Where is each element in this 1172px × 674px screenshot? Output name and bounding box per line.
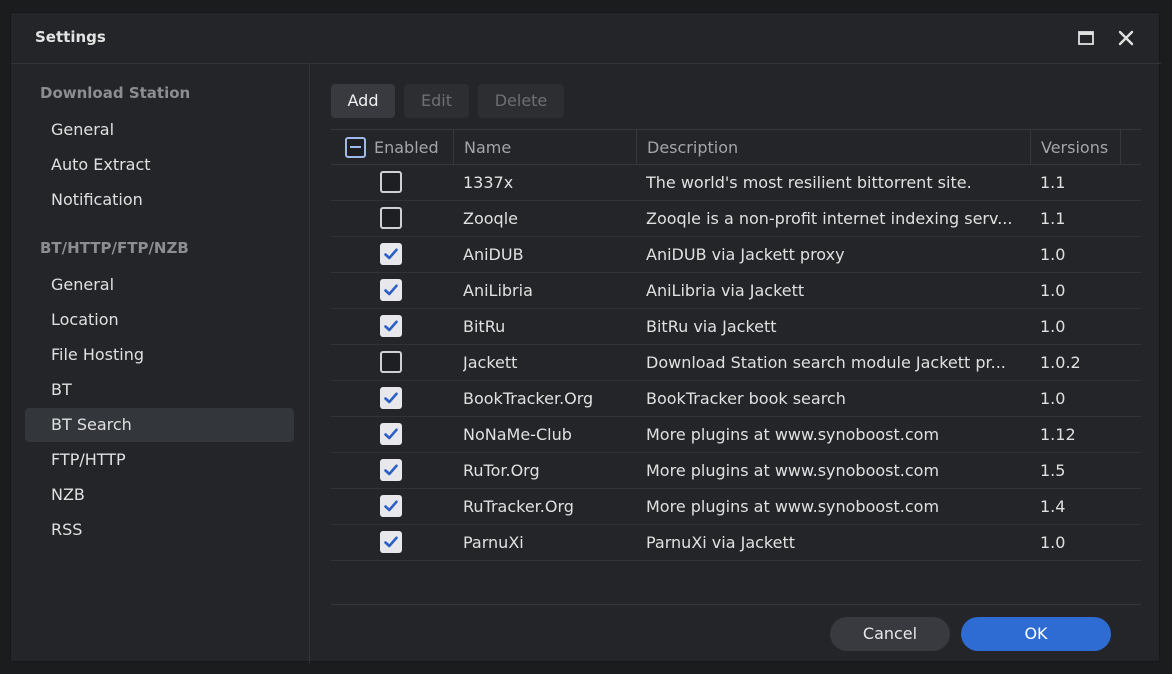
module-name: BookTracker.Org: [463, 389, 594, 408]
module-description: More plugins at www.synoboost.com: [646, 497, 940, 516]
sidebar-item-ftp-http[interactable]: FTP/HTTP: [25, 443, 294, 477]
module-description: The world's most resilient bittorrent si…: [646, 173, 972, 192]
module-version: 1.1: [1040, 209, 1066, 228]
maximize-icon[interactable]: [1075, 27, 1097, 49]
search-modules-table: Enabled Name Description Versions 1337x T…: [331, 129, 1141, 561]
dialog-title: Settings: [35, 28, 106, 46]
section-title-download-station: Download Station: [40, 84, 191, 102]
column-header-name[interactable]: Name: [453, 130, 636, 165]
module-description: Download Station search module Jackett p…: [646, 353, 1006, 372]
sidebar-item-auto-extract[interactable]: Auto Extract: [25, 148, 294, 182]
sidebar-item-bt[interactable]: BT: [25, 373, 294, 407]
module-description: AniLibria via Jackett: [646, 281, 805, 300]
enabled-checkbox[interactable]: [380, 531, 402, 553]
enabled-checkbox[interactable]: [380, 243, 402, 265]
table-row[interactable]: AniLibria AniLibria via Jackett 1.0: [331, 273, 1141, 309]
column-header-description[interactable]: Description: [636, 130, 1030, 165]
enabled-checkbox[interactable]: [380, 459, 402, 481]
module-description: More plugins at www.synoboost.com: [646, 425, 940, 444]
module-description: BitRu via Jackett: [646, 317, 777, 336]
table-row[interactable]: RuTracker.Org More plugins at www.synoboo…: [331, 489, 1141, 525]
sidebar-item-bt-search[interactable]: BT Search: [25, 408, 294, 442]
module-name: BitRu: [463, 317, 506, 336]
checkmark-icon: [384, 464, 398, 476]
sidebar-item-rss[interactable]: RSS: [25, 513, 294, 547]
footer-divider: [331, 604, 1141, 605]
settings-dialog: Settings Download Station General Auto E…: [10, 12, 1161, 663]
module-name: AniLibria: [463, 281, 533, 300]
module-name: ParnuXi: [463, 533, 524, 552]
table-row[interactable]: RuTor.Org More plugins at www.synoboost.c…: [331, 453, 1141, 489]
module-description: BookTracker book search: [646, 389, 846, 408]
add-button[interactable]: Add: [331, 84, 395, 118]
module-name: AniDUB: [463, 245, 524, 264]
module-version: 1.0: [1040, 281, 1066, 300]
module-description: More plugins at www.synoboost.com: [646, 461, 940, 480]
delete-button[interactable]: Delete: [478, 84, 564, 118]
module-version: 1.4: [1040, 497, 1066, 516]
enabled-checkbox[interactable]: [380, 315, 402, 337]
module-description: ParnuXi via Jackett: [646, 533, 796, 552]
sidebar-item-notification[interactable]: Notification: [25, 183, 294, 217]
table-row[interactable]: ParnuXi ParnuXi via Jackett 1.0: [331, 525, 1141, 561]
checkmark-icon: [384, 284, 398, 296]
table-header: Enabled Name Description Versions: [331, 129, 1141, 165]
table-row[interactable]: NoNaMe-Club More plugins at www.synoboost…: [331, 417, 1141, 453]
edit-button[interactable]: Edit: [404, 84, 469, 118]
enabled-checkbox[interactable]: [380, 279, 402, 301]
table-row[interactable]: 1337x The world's most resilient bittorre…: [331, 165, 1141, 201]
enabled-checkbox[interactable]: [380, 387, 402, 409]
module-version: 1.0: [1040, 389, 1066, 408]
module-name: RuTracker.Org: [463, 497, 574, 516]
module-description: Zooqle is a non-profit internet indexing…: [646, 209, 1013, 228]
checkmark-icon: [384, 428, 398, 440]
table-body: 1337x The world's most resilient bittorre…: [331, 165, 1141, 561]
module-version: 1.0.2: [1040, 353, 1081, 372]
module-version: 1.0: [1040, 245, 1066, 264]
module-name: NoNaMe-Club: [463, 425, 572, 444]
checkmark-icon: [384, 320, 398, 332]
main-panel: Add Edit Delete Enabled Name Description…: [311, 63, 1161, 663]
checkmark-icon: [384, 536, 398, 548]
table-row[interactable]: BitRu BitRu via Jackett 1.0: [331, 309, 1141, 345]
module-name: Jackett: [463, 353, 518, 372]
close-icon[interactable]: [1115, 27, 1137, 49]
sidebar-item-file-hosting[interactable]: File Hosting: [25, 338, 294, 372]
title-bar: Settings: [11, 13, 1161, 63]
table-row[interactable]: BookTracker.Org BookTracker book search 1.…: [331, 381, 1141, 417]
enabled-checkbox[interactable]: [380, 207, 402, 229]
sidebar-item-general[interactable]: General: [25, 113, 294, 147]
cancel-button[interactable]: Cancel: [830, 617, 950, 651]
enabled-checkbox[interactable]: [380, 423, 402, 445]
module-name: Zooqle: [463, 209, 518, 228]
sidebar: Download Station General Auto Extract No…: [11, 63, 310, 663]
sidebar-item-nzb[interactable]: NZB: [25, 478, 294, 512]
module-description: AniDUB via Jackett proxy: [646, 245, 845, 264]
checkmark-icon: [384, 248, 398, 260]
ok-button[interactable]: OK: [961, 617, 1111, 651]
section-title-bt-http-ftp-nzb: BT/HTTP/FTP/NZB: [40, 239, 189, 257]
enabled-checkbox[interactable]: [380, 495, 402, 517]
column-header-enabled[interactable]: Enabled: [331, 130, 453, 165]
module-version: 1.0: [1040, 533, 1066, 552]
module-version: 1.12: [1040, 425, 1076, 444]
table-row[interactable]: Jackett Download Station search module Ja…: [331, 345, 1141, 381]
enabled-checkbox[interactable]: [380, 351, 402, 373]
module-name: 1337x: [463, 173, 514, 192]
enabled-checkbox[interactable]: [380, 171, 402, 193]
module-version: 1.1: [1040, 173, 1066, 192]
checkmark-icon: [384, 500, 398, 512]
table-row[interactable]: AniDUB AniDUB via Jackett proxy 1.0: [331, 237, 1141, 273]
module-version: 1.0: [1040, 317, 1066, 336]
table-row[interactable]: Zooqle Zooqle is a non-profit internet in…: [331, 201, 1141, 237]
module-version: 1.5: [1040, 461, 1066, 480]
module-name: RuTor.Org: [463, 461, 540, 480]
sidebar-item-bt-general[interactable]: General: [25, 268, 294, 302]
checkmark-icon: [384, 392, 398, 404]
column-header-versions[interactable]: Versions: [1030, 130, 1121, 165]
sidebar-item-location[interactable]: Location: [25, 303, 294, 337]
